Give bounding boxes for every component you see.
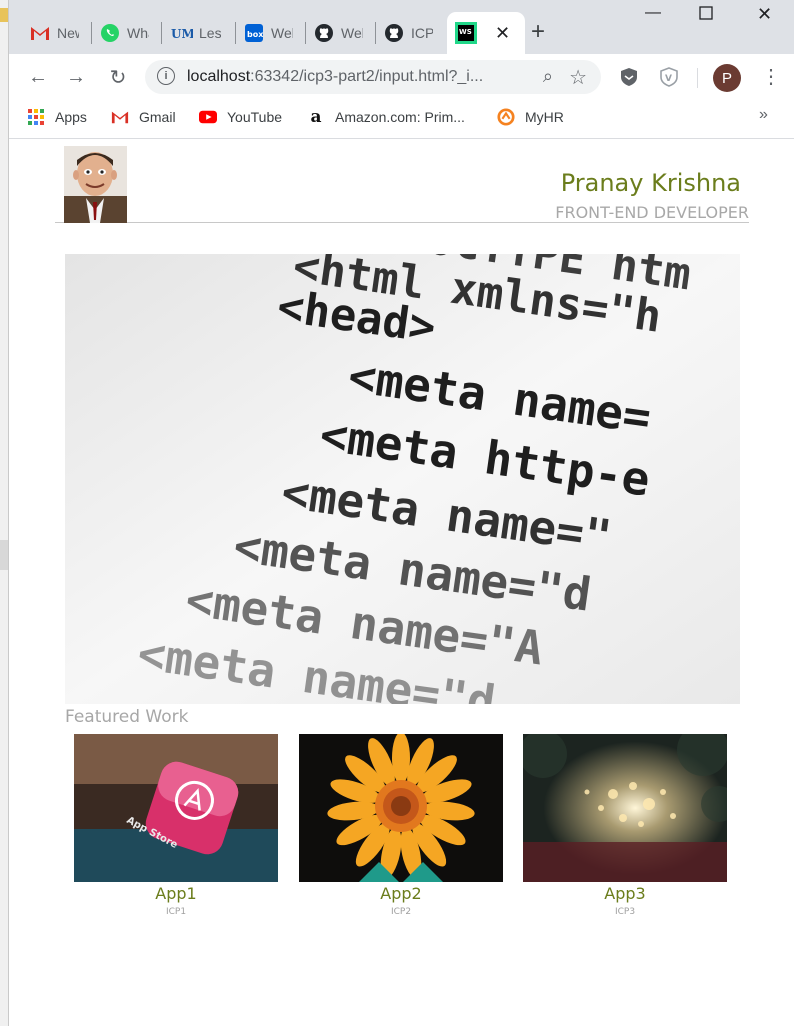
new-tab-button[interactable]: +: [531, 18, 545, 46]
tab-separator: [161, 22, 162, 44]
developer-role: FRONT-END DEVELOPER: [555, 203, 749, 222]
bookmark-gmail[interactable]: Gmail: [111, 108, 176, 126]
tab-whatsapp[interactable]: WhatsApp: [99, 12, 149, 54]
bookmark-youtube[interactable]: YouTube: [199, 108, 282, 126]
work-card-app3[interactable]: App3 ICP3: [523, 734, 727, 917]
toolbar-divider: [697, 68, 698, 88]
maximize-button[interactable]: [699, 6, 713, 25]
bookmarks-bar: Apps Gmail YouTube a Amazon.com: Prim...…: [9, 100, 794, 139]
tab-separator: [235, 22, 236, 44]
bookmark-apps[interactable]: Apps: [27, 108, 87, 126]
url-path: :63342/icp3-part2/input.html?_i...: [250, 68, 484, 85]
close-tab-icon[interactable]: ✕: [495, 23, 510, 44]
adblock-extension-icon[interactable]: V: [659, 67, 679, 87]
address-bar[interactable]: i localhost:63342/icp3-part2/input.html?…: [145, 60, 601, 94]
apps-grid-icon: [27, 108, 45, 126]
box-icon: box: [243, 22, 265, 44]
url-host: localhost: [187, 68, 251, 85]
back-button[interactable]: ←: [25, 64, 51, 90]
desktop-edge: [0, 0, 8, 1026]
work-card-app2[interactable]: App2 ICP2: [299, 734, 503, 917]
app3-subtitle: ICP3: [614, 907, 636, 917]
tab-label: Web: [341, 25, 363, 41]
tab-strip: New WhatsApp UM Lesson box Welcome: [9, 0, 794, 54]
tab-gmail[interactable]: New: [29, 12, 79, 54]
browser-toolbar: ← → ↻ i localhost:63342/icp3-part2/input…: [9, 54, 794, 100]
app3-thumbnail[interactable]: [523, 734, 727, 882]
app2-thumbnail[interactable]: [299, 734, 503, 882]
tab-label: ICP: [411, 25, 433, 41]
forward-button[interactable]: →: [63, 64, 89, 90]
bookmark-label: MyHR: [525, 109, 564, 125]
webstorm-icon-text: WS: [459, 28, 472, 36]
page-header: Pranay Krishna FRONT-END DEVELOPER: [55, 145, 749, 223]
webstorm-icon: WS: [455, 22, 477, 44]
reload-button[interactable]: ↻: [105, 64, 131, 90]
bookmark-label: Apps: [55, 109, 87, 125]
bookmark-star-icon[interactable]: ☆: [569, 65, 587, 90]
myhr-icon: [497, 108, 515, 126]
web-page: Pranay Krishna FRONT-END DEVELOPER <!DOC…: [9, 139, 794, 1026]
hero-code-image: <!DOCTYPE htm <html xmlns="h <head> <met…: [65, 254, 740, 704]
featured-work-heading: Featured Work: [65, 707, 189, 727]
svg-text:UM: UM: [171, 27, 193, 41]
amazon-icon: a: [310, 107, 322, 127]
tab-webstorm-active[interactable]: WS ✕: [447, 12, 525, 54]
desktop-scroll-marker: [0, 540, 8, 570]
developer-name: Pranay Krishna: [560, 169, 741, 197]
bookmark-myhr[interactable]: MyHR: [497, 108, 564, 126]
app2-title[interactable]: App2: [299, 884, 503, 903]
github-icon: [383, 22, 405, 44]
tab-label: Welcome: [271, 25, 293, 41]
bookmark-label: YouTube: [227, 109, 283, 125]
tab-separator: [375, 22, 376, 44]
youtube-icon: [199, 108, 217, 126]
umkc-icon: UM: [171, 22, 193, 44]
tab-separator: [305, 22, 306, 44]
menu-kebab-icon[interactable]: ⋮: [761, 64, 781, 89]
zoom-icon[interactable]: ⌕: [543, 66, 553, 87]
svg-text:V: V: [665, 74, 672, 84]
app3-title[interactable]: App3: [523, 884, 727, 903]
profile-avatar-button[interactable]: P: [713, 64, 741, 92]
desktop-folder-icon: [0, 8, 8, 22]
tab-github-web[interactable]: Web: [313, 12, 363, 54]
tab-box[interactable]: box Welcome: [243, 12, 293, 54]
bookmark-amazon[interactable]: a Amazon.com: Prim...: [307, 107, 465, 127]
shield-extension-icon[interactable]: [619, 67, 639, 87]
tab-label: WhatsApp: [127, 25, 149, 41]
tab-label: New: [57, 25, 79, 41]
tab-github-icp[interactable]: ICP: [383, 12, 433, 54]
tab-separator: [91, 22, 92, 44]
app2-subtitle: ICP2: [390, 907, 412, 917]
whatsapp-icon: [99, 22, 121, 44]
tab-label: Lesson: [199, 25, 221, 41]
app1-subtitle: ICP1: [165, 907, 187, 917]
close-window-button[interactable]: ✕: [757, 4, 772, 25]
minimize-button[interactable]: —: [645, 4, 661, 22]
gmail-icon: [111, 108, 129, 126]
browser-window: New WhatsApp UM Lesson box Welcome: [8, 0, 794, 1026]
app1-thumbnail[interactable]: App Store: [74, 734, 278, 882]
bookmark-label: Amazon.com: Prim...: [335, 109, 465, 125]
svg-text:box: box: [247, 30, 264, 39]
profile-photo: [64, 146, 127, 223]
work-card-app1[interactable]: App Store App1 ICP1: [74, 734, 278, 917]
github-icon: [313, 22, 335, 44]
app1-title[interactable]: App1: [74, 884, 278, 903]
more-bookmarks-button[interactable]: »: [759, 106, 768, 124]
url-text[interactable]: localhost:63342/icp3-part2/input.html?_i…: [187, 68, 483, 86]
info-icon[interactable]: i: [157, 67, 175, 85]
bookmark-label: Gmail: [139, 109, 176, 125]
gmail-icon: [29, 22, 51, 44]
tab-umkc[interactable]: UM Lesson: [171, 12, 221, 54]
